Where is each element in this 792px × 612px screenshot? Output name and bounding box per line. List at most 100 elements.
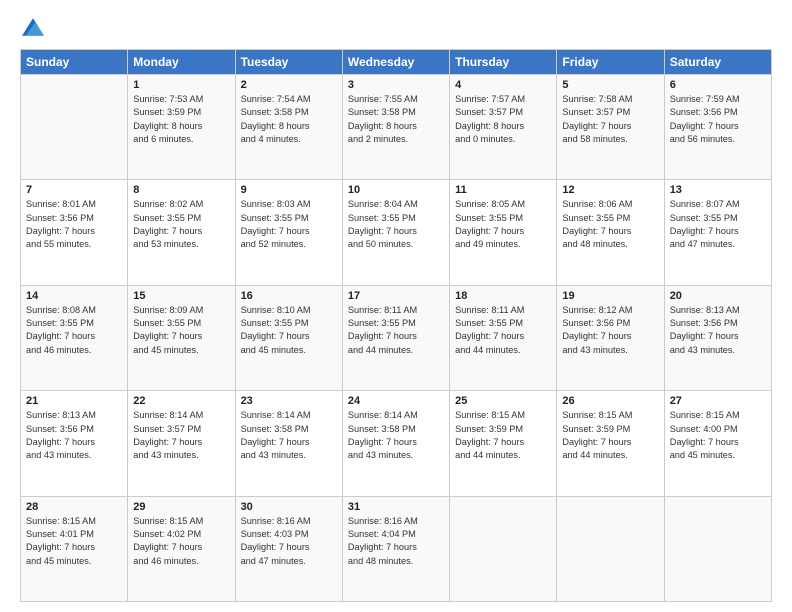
cell-content: Sunrise: 7:57 AM Sunset: 3:57 PM Dayligh… (455, 93, 551, 146)
cell-1-2: 1Sunrise: 7:53 AM Sunset: 3:59 PM Daylig… (128, 75, 235, 180)
day-number: 30 (241, 501, 337, 513)
week-row-2: 7 Sunrise: 8:01 AM Sunset: 3:56 PM Daylig… (21, 180, 772, 285)
week-row-1: 1Sunrise: 7:53 AM Sunset: 3:59 PM Daylig… (21, 75, 772, 180)
day-number: 22 (133, 395, 229, 407)
day-number: 18 (455, 290, 551, 302)
cell-2-7: 13 Sunrise: 8:07 AM Sunset: 3:55 PM Dayli… (664, 180, 771, 285)
cell-content: Sunrise: 8:13 AM Sunset: 3:56 PM Dayligh… (670, 304, 766, 357)
cell-1-5: 4Sunrise: 7:57 AM Sunset: 3:57 PM Daylig… (450, 75, 557, 180)
cell-content: Sunrise: 8:11 AM Sunset: 3:55 PM Dayligh… (348, 304, 444, 357)
day-number: 17 (348, 290, 444, 302)
day-number: 19 (562, 290, 658, 302)
cell-2-2: 8 Sunrise: 8:02 AM Sunset: 3:55 PM Daylig… (128, 180, 235, 285)
day-number: 8 (133, 184, 229, 196)
cell-content: Sunrise: 7:55 AM Sunset: 3:58 PM Dayligh… (348, 93, 444, 146)
cell-3-5: 18 Sunrise: 8:11 AM Sunset: 3:55 PM Dayli… (450, 285, 557, 390)
cell-content: Sunrise: 7:59 AM Sunset: 3:56 PM Dayligh… (670, 93, 766, 146)
cell-5-7 (664, 496, 771, 601)
cell-content: Sunrise: 8:14 AM Sunset: 3:57 PM Dayligh… (133, 409, 229, 462)
cell-1-1 (21, 75, 128, 180)
calendar-table: SundayMondayTuesdayWednesdayThursdayFrid… (20, 49, 772, 602)
cell-1-3: 2 Sunrise: 7:54 AM Sunset: 3:58 PM Daylig… (235, 75, 342, 180)
day-number: 28 (26, 501, 122, 513)
cell-2-6: 12 Sunrise: 8:06 AM Sunset: 3:55 PM Dayli… (557, 180, 664, 285)
cell-content: Sunrise: 8:11 AM Sunset: 3:55 PM Dayligh… (455, 304, 551, 357)
cell-2-1: 7 Sunrise: 8:01 AM Sunset: 3:56 PM Daylig… (21, 180, 128, 285)
cell-3-2: 15Sunrise: 8:09 AM Sunset: 3:55 PM Dayli… (128, 285, 235, 390)
cell-content: Sunrise: 8:01 AM Sunset: 3:56 PM Dayligh… (26, 198, 122, 251)
cell-content: Sunrise: 8:15 AM Sunset: 3:59 PM Dayligh… (455, 409, 551, 462)
cell-content: Sunrise: 8:02 AM Sunset: 3:55 PM Dayligh… (133, 198, 229, 251)
cell-content: Sunrise: 7:53 AM Sunset: 3:59 PM Dayligh… (133, 93, 229, 146)
cell-content: Sunrise: 8:10 AM Sunset: 3:55 PM Dayligh… (241, 304, 337, 357)
day-number: 9 (241, 184, 337, 196)
cell-content: Sunrise: 8:14 AM Sunset: 3:58 PM Dayligh… (348, 409, 444, 462)
cell-2-3: 9Sunrise: 8:03 AM Sunset: 3:55 PM Daylig… (235, 180, 342, 285)
logo (20, 20, 44, 41)
col-wednesday: Wednesday (342, 50, 449, 75)
day-number: 13 (670, 184, 766, 196)
day-number: 15 (133, 290, 229, 302)
cell-4-4: 24 Sunrise: 8:14 AM Sunset: 3:58 PM Dayli… (342, 391, 449, 496)
cell-5-4: 31 Sunrise: 8:16 AM Sunset: 4:04 PM Dayli… (342, 496, 449, 601)
day-number: 5 (562, 79, 658, 91)
day-number: 21 (26, 395, 122, 407)
logo-icon (22, 18, 44, 36)
cell-3-7: 20 Sunrise: 8:13 AM Sunset: 3:56 PM Dayli… (664, 285, 771, 390)
cell-1-7: 6 Sunrise: 7:59 AM Sunset: 3:56 PM Daylig… (664, 75, 771, 180)
day-number: 3 (348, 79, 444, 91)
cell-content: Sunrise: 8:06 AM Sunset: 3:55 PM Dayligh… (562, 198, 658, 251)
col-friday: Friday (557, 50, 664, 75)
cell-4-1: 21 Sunrise: 8:13 AM Sunset: 3:56 PM Dayli… (21, 391, 128, 496)
cell-content: Sunrise: 8:05 AM Sunset: 3:55 PM Dayligh… (455, 198, 551, 251)
page: SundayMondayTuesdayWednesdayThursdayFrid… (0, 0, 792, 612)
day-number: 12 (562, 184, 658, 196)
cell-4-2: 22 Sunrise: 8:14 AM Sunset: 3:57 PM Dayli… (128, 391, 235, 496)
cell-3-1: 14 Sunrise: 8:08 AM Sunset: 3:55 PM Dayli… (21, 285, 128, 390)
cell-5-3: 30 Sunrise: 8:16 AM Sunset: 4:03 PM Dayli… (235, 496, 342, 601)
cell-3-3: 16Sunrise: 8:10 AM Sunset: 3:55 PM Dayli… (235, 285, 342, 390)
cell-content: Sunrise: 8:13 AM Sunset: 3:56 PM Dayligh… (26, 409, 122, 462)
cell-4-7: 27Sunrise: 8:15 AM Sunset: 4:00 PM Dayli… (664, 391, 771, 496)
day-number: 14 (26, 290, 122, 302)
cell-content: Sunrise: 8:07 AM Sunset: 3:55 PM Dayligh… (670, 198, 766, 251)
header (20, 16, 772, 41)
day-number: 6 (670, 79, 766, 91)
cell-3-4: 17 Sunrise: 8:11 AM Sunset: 3:55 PM Dayli… (342, 285, 449, 390)
col-sunday: Sunday (21, 50, 128, 75)
cell-3-6: 19Sunrise: 8:12 AM Sunset: 3:56 PM Dayli… (557, 285, 664, 390)
day-number: 25 (455, 395, 551, 407)
day-number: 23 (241, 395, 337, 407)
day-number: 2 (241, 79, 337, 91)
cell-1-6: 5 Sunrise: 7:58 AM Sunset: 3:57 PM Daylig… (557, 75, 664, 180)
cell-content: Sunrise: 7:58 AM Sunset: 3:57 PM Dayligh… (562, 93, 658, 146)
cell-content: Sunrise: 8:16 AM Sunset: 4:04 PM Dayligh… (348, 515, 444, 568)
cell-content: Sunrise: 8:16 AM Sunset: 4:03 PM Dayligh… (241, 515, 337, 568)
cell-content: Sunrise: 8:15 AM Sunset: 4:02 PM Dayligh… (133, 515, 229, 568)
cell-4-3: 23 Sunrise: 8:14 AM Sunset: 3:58 PM Dayli… (235, 391, 342, 496)
cell-content: Sunrise: 8:14 AM Sunset: 3:58 PM Dayligh… (241, 409, 337, 462)
week-row-4: 21 Sunrise: 8:13 AM Sunset: 3:56 PM Dayli… (21, 391, 772, 496)
cell-content: Sunrise: 8:15 AM Sunset: 3:59 PM Dayligh… (562, 409, 658, 462)
col-monday: Monday (128, 50, 235, 75)
day-number: 29 (133, 501, 229, 513)
col-saturday: Saturday (664, 50, 771, 75)
cell-5-2: 29 Sunrise: 8:15 AM Sunset: 4:02 PM Dayli… (128, 496, 235, 601)
cell-4-5: 25 Sunrise: 8:15 AM Sunset: 3:59 PM Dayli… (450, 391, 557, 496)
col-tuesday: Tuesday (235, 50, 342, 75)
cell-content: Sunrise: 8:04 AM Sunset: 3:55 PM Dayligh… (348, 198, 444, 251)
cell-content: Sunrise: 7:54 AM Sunset: 3:58 PM Dayligh… (241, 93, 337, 146)
day-number: 24 (348, 395, 444, 407)
day-number: 31 (348, 501, 444, 513)
cell-1-4: 3 Sunrise: 7:55 AM Sunset: 3:58 PM Daylig… (342, 75, 449, 180)
day-number: 7 (26, 184, 122, 196)
day-number: 26 (562, 395, 658, 407)
cell-2-4: 10Sunrise: 8:04 AM Sunset: 3:55 PM Dayli… (342, 180, 449, 285)
cell-4-6: 26 Sunrise: 8:15 AM Sunset: 3:59 PM Dayli… (557, 391, 664, 496)
day-number: 20 (670, 290, 766, 302)
cell-content: Sunrise: 8:08 AM Sunset: 3:55 PM Dayligh… (26, 304, 122, 357)
cell-content: Sunrise: 8:15 AM Sunset: 4:01 PM Dayligh… (26, 515, 122, 568)
cell-5-6 (557, 496, 664, 601)
cell-5-5 (450, 496, 557, 601)
week-row-5: 28 Sunrise: 8:15 AM Sunset: 4:01 PM Dayli… (21, 496, 772, 601)
